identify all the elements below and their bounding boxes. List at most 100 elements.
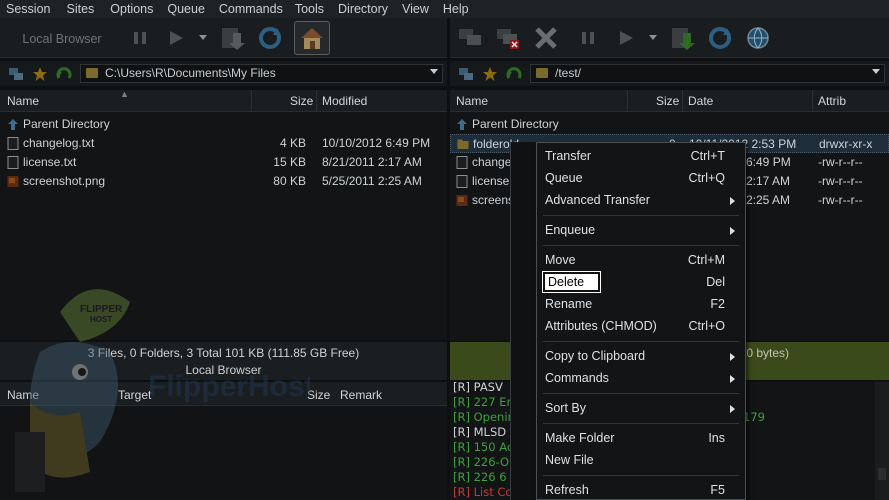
remote-toolbar <box>450 18 889 58</box>
remote-status-summary: 0 bytes) <box>746 346 789 360</box>
text-file-icon <box>7 156 19 169</box>
column-size[interactable]: Size <box>656 94 679 108</box>
favorites-star-icon[interactable] <box>32 66 48 82</box>
svg-text:HOST: HOST <box>90 315 112 324</box>
favorites-star-icon[interactable] <box>482 66 498 82</box>
menu-item-transfer[interactable]: Transfer Ctrl+T <box>537 146 745 168</box>
menu-options[interactable]: Options <box>98 2 157 16</box>
menu-bar: Session Sites Options Queue Commands Too… <box>0 0 889 18</box>
menu-session[interactable]: Session <box>0 2 54 16</box>
brand-text: FlipperHost <box>148 370 310 403</box>
column-size[interactable]: Size <box>290 94 313 108</box>
file-attrib: -rw-r--r-- <box>818 174 863 188</box>
menu-item-rename[interactable]: Rename F2 <box>537 294 745 316</box>
menu-item-copy-to-clipboard[interactable]: Copy to Clipboard <box>537 346 745 368</box>
text-file-icon <box>456 175 468 188</box>
refresh-icon[interactable] <box>706 24 734 52</box>
menu-item-advanced-transfer[interactable]: Advanced Transfer <box>537 190 745 212</box>
local-address-bar: C:\Users\R\Documents\My Files <box>0 61 447 86</box>
file-size: 4 KB <box>279 136 306 150</box>
folder-icon <box>457 139 469 149</box>
local-browser-button[interactable]: Local Browser <box>6 28 118 50</box>
text-file-icon <box>7 137 19 150</box>
queue-column-remark[interactable]: Remark <box>340 388 382 402</box>
local-path-field[interactable]: C:\Users\R\Documents\My Files <box>80 64 443 83</box>
file-attrib: drwxr-xr-x <box>819 137 873 151</box>
menu-directory[interactable]: Directory <box>328 2 392 16</box>
text-file-icon <box>456 156 468 169</box>
column-name[interactable]: Name <box>7 94 39 108</box>
play-icon[interactable] <box>612 24 640 52</box>
pause-icon[interactable] <box>126 24 154 52</box>
list-item-parent[interactable]: Parent Directory <box>0 115 447 134</box>
list-item[interactable]: changelog.txt 4 KB 10/10/2012 6:49 PM <box>0 134 447 153</box>
abort-icon[interactable] <box>532 24 560 52</box>
menu-commands[interactable]: Commands <box>209 2 287 16</box>
home-icon[interactable] <box>294 21 330 55</box>
menu-item-queue[interactable]: Queue Ctrl+Q <box>537 168 745 190</box>
menu-item-attributes[interactable]: Attributes (CHMOD) Ctrl+O <box>537 316 745 338</box>
file-name: Parent Directory <box>472 117 559 131</box>
file-date: 2:17 AM <box>746 174 791 188</box>
file-name: changelog.txt <box>23 136 95 150</box>
column-name[interactable]: Name <box>456 94 488 108</box>
up-directory-icon[interactable] <box>56 66 72 82</box>
file-modified: 8/21/2011 2:17 AM <box>322 155 422 169</box>
image-file-icon <box>456 195 468 206</box>
remote-path-text: /test/ <box>555 66 582 80</box>
chevron-down-icon[interactable] <box>872 69 880 74</box>
list-item[interactable]: screenshot.png 80 KB 5/25/2011 2:25 AM <box>0 172 447 191</box>
menu-item-enqueue[interactable]: Enqueue <box>537 220 745 242</box>
column-attrib[interactable]: Attrib <box>818 94 846 108</box>
log-line: [R] PASV <box>453 380 503 394</box>
log-scrollbar[interactable] <box>875 382 889 500</box>
computer-icon[interactable] <box>8 66 24 82</box>
file-name: license. <box>472 174 513 188</box>
file-size: 80 KB <box>273 174 306 188</box>
globe-icon[interactable] <box>744 24 772 52</box>
file-name: change <box>472 155 512 169</box>
menu-queue[interactable]: Queue <box>157 2 209 16</box>
remote-address-bar: /test/ <box>450 61 889 86</box>
up-directory-icon[interactable] <box>506 66 522 82</box>
svg-text:FLIPPER: FLIPPER <box>80 304 123 315</box>
remote-path-field[interactable]: /test/ <box>530 64 885 83</box>
menu-view[interactable]: View <box>392 2 433 16</box>
folder-icon <box>536 68 548 78</box>
list-item-parent[interactable]: Parent Directory <box>450 115 889 134</box>
log-line: [R] List Cor <box>453 485 518 499</box>
chevron-down-icon[interactable] <box>430 69 438 74</box>
menu-item-commands[interactable]: Commands <box>537 368 745 390</box>
queue-column-size[interactable]: Size <box>307 388 330 402</box>
menu-item-refresh[interactable]: Refresh F5 <box>537 480 745 500</box>
chevron-down-icon[interactable] <box>196 24 210 52</box>
menu-help[interactable]: Help <box>433 2 473 16</box>
submenu-arrow-icon <box>730 197 735 205</box>
menu-item-sort-by[interactable]: Sort By <box>537 398 745 420</box>
pause-icon[interactable] <box>574 24 602 52</box>
chevron-down-icon[interactable] <box>646 24 660 52</box>
connect-icon[interactable] <box>456 24 484 52</box>
menu-item-new-file[interactable]: New File <box>537 450 745 472</box>
file-name: Parent Directory <box>23 117 110 131</box>
disconnect-icon[interactable] <box>494 24 522 52</box>
log-fragment: 179 <box>743 410 765 424</box>
file-attrib: -rw-r--r-- <box>818 155 863 169</box>
menu-item-make-folder[interactable]: Make Folder Ins <box>537 428 745 450</box>
file-date: 6:49 PM <box>746 155 791 169</box>
list-item[interactable]: license.txt 15 KB 8/21/2011 2:17 AM <box>0 153 447 172</box>
play-icon[interactable] <box>162 24 190 52</box>
download-icon[interactable] <box>668 24 696 52</box>
transfer-icon[interactable] <box>218 24 246 52</box>
refresh-icon[interactable] <box>256 24 284 52</box>
file-size: 15 KB <box>273 155 306 169</box>
file-modified: 5/25/2011 2:25 AM <box>322 174 422 188</box>
menu-tools[interactable]: Tools <box>287 2 328 16</box>
computer-icon[interactable] <box>458 66 474 82</box>
menu-sites[interactable]: Sites <box>54 2 98 16</box>
column-date[interactable]: Date <box>688 94 713 108</box>
column-modified[interactable]: Modified <box>322 94 367 108</box>
menu-item-move[interactable]: Move Ctrl+M <box>537 250 745 272</box>
menu-item-delete[interactable]: Delete Del <box>537 271 745 294</box>
remote-list-header: Name Size Date Attrib <box>450 90 889 112</box>
